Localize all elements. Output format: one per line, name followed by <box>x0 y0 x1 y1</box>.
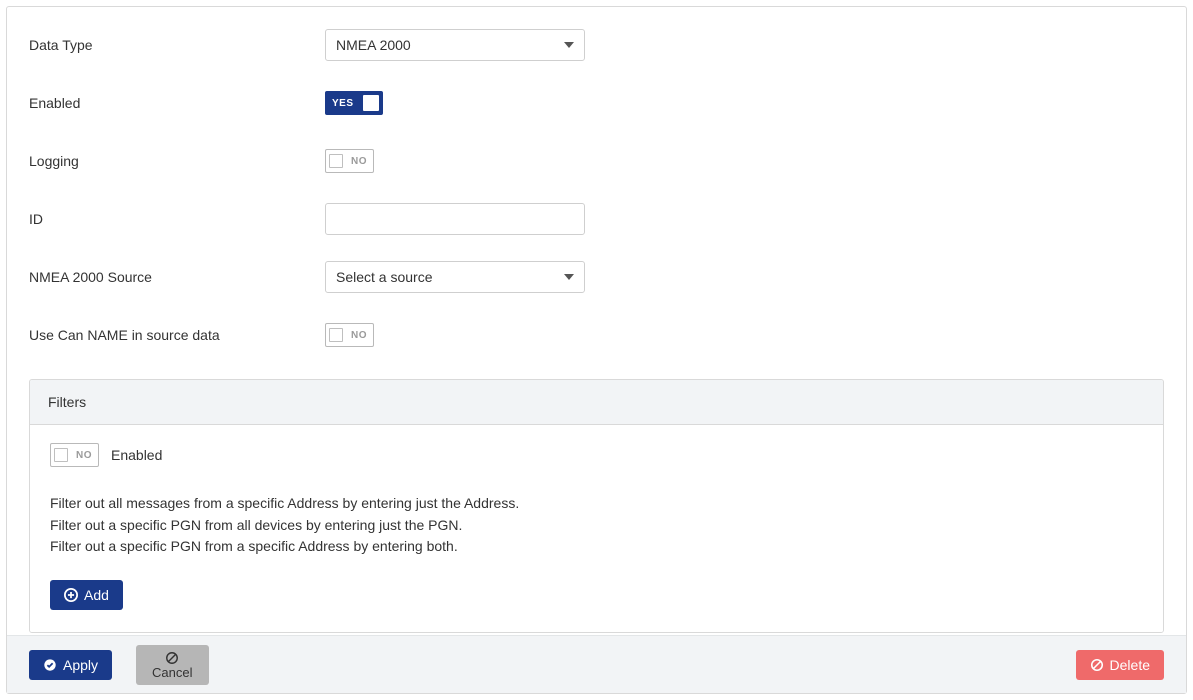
check-circle-icon <box>43 658 57 672</box>
plus-circle-icon <box>64 588 78 602</box>
delete-label: Delete <box>1110 657 1150 673</box>
add-filter-label: Add <box>84 587 109 603</box>
input-id[interactable] <box>325 203 585 235</box>
row-id: ID <box>29 203 1164 235</box>
cancel-button[interactable]: Cancel <box>136 645 208 685</box>
row-enabled: Enabled YES <box>29 87 1164 119</box>
filters-panel: Filters NO Enabled Filter out all messag… <box>29 379 1164 633</box>
select-nmea-source[interactable]: Select a source <box>325 261 585 293</box>
filters-help-text: Filter out all messages from a specific … <box>50 493 1143 558</box>
label-id: ID <box>29 211 325 227</box>
ban-icon <box>1090 658 1104 672</box>
toggle-knob <box>54 448 68 462</box>
apply-label: Apply <box>63 657 98 673</box>
label-nmea-source: NMEA 2000 Source <box>29 269 325 285</box>
select-data-type[interactable]: NMEA 2000 <box>325 29 585 61</box>
row-nmea-source: NMEA 2000 Source Select a source <box>29 261 1164 293</box>
row-data-type: Data Type NMEA 2000 <box>29 29 1164 61</box>
apply-button[interactable]: Apply <box>29 650 112 680</box>
toggle-logging[interactable]: NO <box>325 149 374 173</box>
toggle-knob <box>363 95 379 111</box>
filters-body: NO Enabled Filter out all messages from … <box>30 425 1163 632</box>
label-logging: Logging <box>29 153 325 169</box>
toggle-use-can-name[interactable]: NO <box>325 323 374 347</box>
row-logging: Logging NO <box>29 145 1164 177</box>
form-area: Data Type NMEA 2000 Enabled YES Logging <box>7 7 1186 379</box>
toggle-enabled[interactable]: YES <box>325 91 383 115</box>
add-filter-button[interactable]: Add <box>50 580 123 610</box>
label-use-can-name: Use Can NAME in source data <box>29 327 325 343</box>
cancel-label: Cancel <box>152 666 192 679</box>
toggle-knob <box>329 154 343 168</box>
label-enabled: Enabled <box>29 95 325 111</box>
ban-icon <box>165 651 179 665</box>
filters-header: Filters <box>30 380 1163 425</box>
filters-help-line: Filter out a specific PGN from a specifi… <box>50 536 1143 558</box>
delete-button[interactable]: Delete <box>1076 650 1164 680</box>
toggle-filters-enabled[interactable]: NO <box>50 443 99 467</box>
filters-help-line: Filter out a specific PGN from all devic… <box>50 515 1143 537</box>
toggle-knob <box>329 328 343 342</box>
row-use-can-name: Use Can NAME in source data NO <box>29 319 1164 351</box>
row-filters-enabled: NO Enabled <box>50 443 1143 467</box>
label-filters-enabled: Enabled <box>111 447 162 463</box>
config-panel: Data Type NMEA 2000 Enabled YES Logging <box>6 6 1187 694</box>
footer-bar: Apply Cancel Delete <box>7 635 1186 693</box>
label-data-type: Data Type <box>29 37 325 53</box>
filters-help-line: Filter out all messages from a specific … <box>50 493 1143 515</box>
